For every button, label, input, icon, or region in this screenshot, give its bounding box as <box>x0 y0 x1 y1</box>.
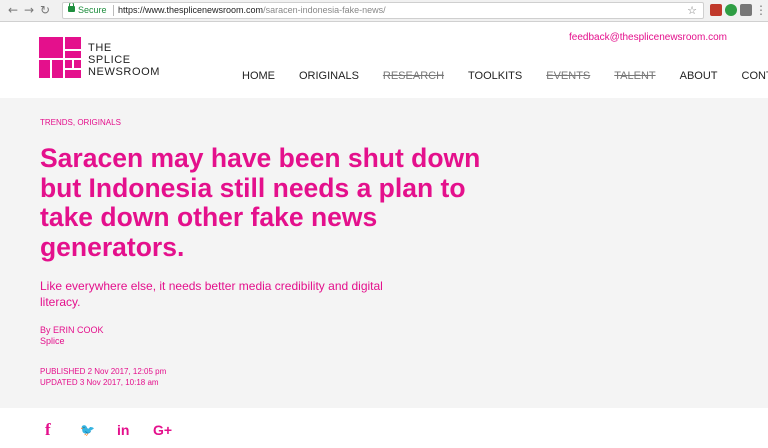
address-separator <box>113 5 114 16</box>
secure-label: Secure <box>78 5 107 15</box>
feedback-email-link[interactable]: feedback@thesplicenewsroom.com <box>569 32 727 43</box>
nav-item-events[interactable]: EVENTS <box>546 70 590 82</box>
browser-toolbar: ← → ↻ Secure https://www.thesplicenewsro… <box>0 0 768 22</box>
publication-name: Splice <box>40 336 65 346</box>
site-logo-mark[interactable] <box>39 37 81 78</box>
address-bar[interactable]: Secure https://www.thesplicenewsroom.com… <box>62 2 704 19</box>
article-dates: PUBLISHED 2 Nov 2017, 12:05 pm UPDATED 3… <box>40 366 166 388</box>
linkedin-icon[interactable]: in <box>117 422 129 438</box>
share-bar: f 🐦 in G+ <box>0 414 768 448</box>
nav-item-originals[interactable]: ORIGINALS <box>299 70 359 82</box>
article-categories[interactable]: TRENDS, ORIGINALS <box>40 118 121 127</box>
article-headline: Saracen may have been shut down but Indo… <box>40 143 481 262</box>
extension-icon[interactable] <box>725 4 737 16</box>
bookmark-star-icon[interactable]: ☆ <box>687 3 697 18</box>
menu-icon[interactable]: ⋮ <box>754 3 768 17</box>
nav-item-talent[interactable]: TALENT <box>614 70 655 82</box>
nav-item-research[interactable]: RESEARCH <box>383 70 444 82</box>
published-date: PUBLISHED 2 Nov 2017, 12:05 pm <box>40 367 167 376</box>
extension-icon[interactable] <box>710 4 722 16</box>
updated-date: UPDATED 3 Nov 2017, 10:18 am <box>40 378 159 387</box>
main-nav: HOME ORIGINALS RESEARCH TOOLKITS EVENTS … <box>242 70 768 82</box>
extension-icon[interactable] <box>740 4 752 16</box>
facebook-icon[interactable]: f <box>45 420 51 440</box>
twitter-icon[interactable]: 🐦 <box>80 423 95 437</box>
google-plus-icon[interactable]: G+ <box>153 422 172 438</box>
nav-item-about[interactable]: ABOUT <box>680 70 718 82</box>
nav-item-contact[interactable]: CONTACT <box>742 70 768 82</box>
reload-icon[interactable]: ↻ <box>38 3 52 17</box>
nav-item-toolkits[interactable]: TOOLKITS <box>468 70 522 82</box>
site-logo-text[interactable]: THE SPLICE NEWSROOM <box>88 42 160 78</box>
back-icon[interactable]: ← <box>6 3 20 17</box>
url-text[interactable]: https://www.thesplicenewsroom.com/sarace… <box>118 3 386 18</box>
article-byline: By ERIN COOK Splice <box>40 325 104 347</box>
forward-icon[interactable]: → <box>22 3 36 17</box>
nav-item-home[interactable]: HOME <box>242 70 275 82</box>
author-link[interactable]: By ERIN COOK <box>40 325 104 336</box>
article-subtitle: Like everywhere else, it needs better me… <box>40 279 383 309</box>
lock-icon <box>68 3 75 12</box>
